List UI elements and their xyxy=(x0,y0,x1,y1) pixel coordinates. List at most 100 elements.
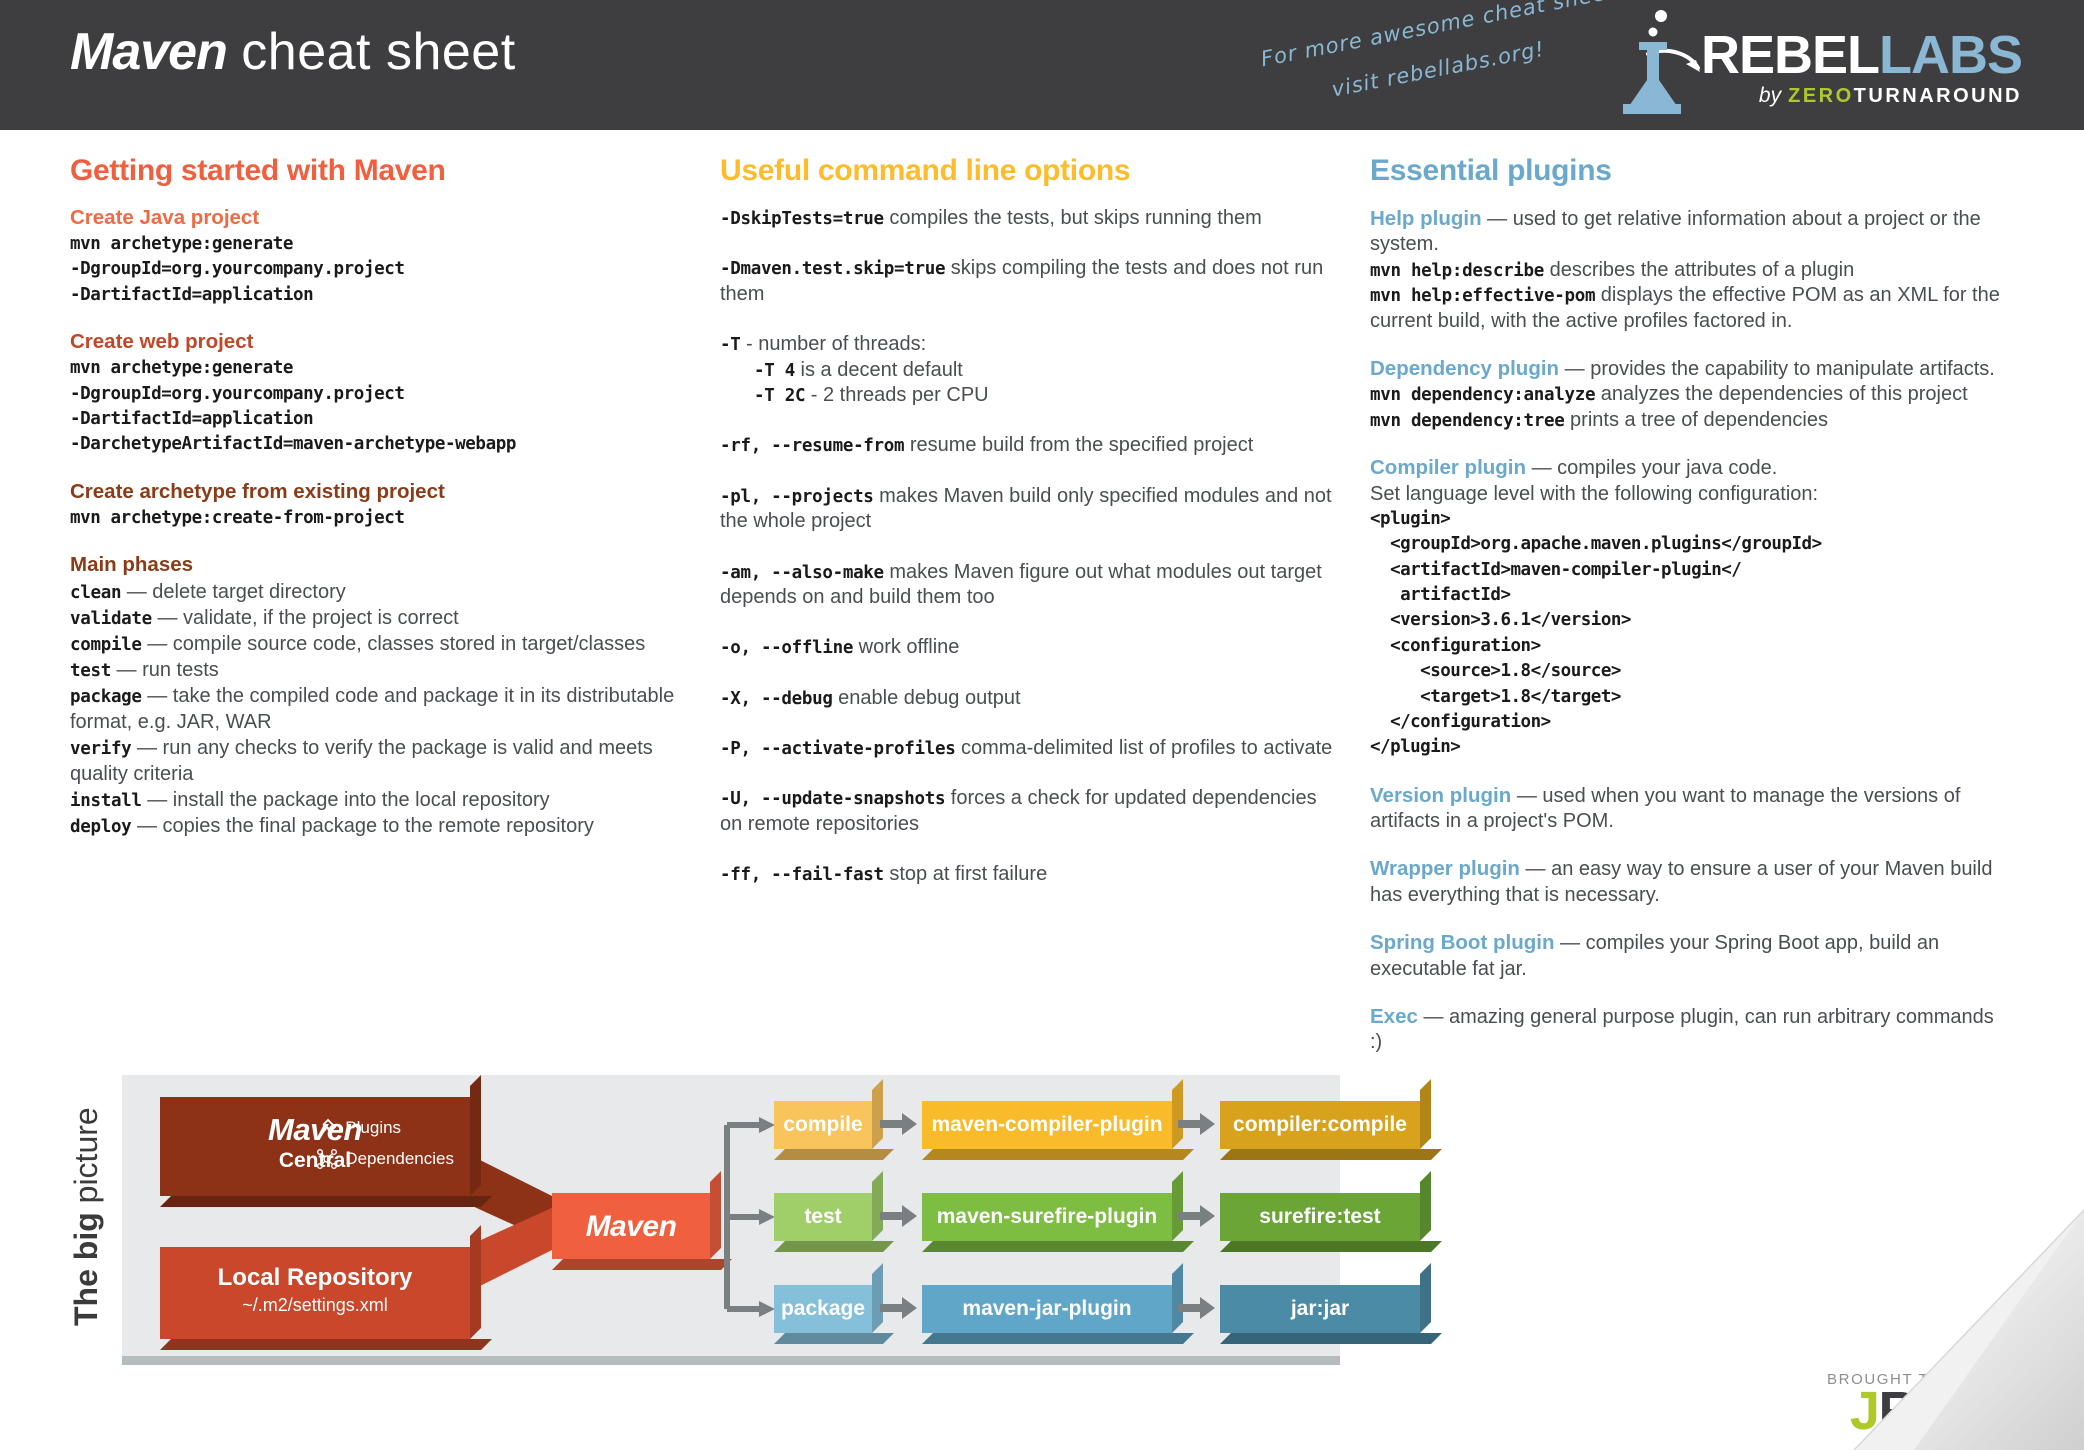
option-item: -ff, --fail-fast stop at first failure xyxy=(720,862,1340,887)
xml-line: <artifactId>maven-compiler-plugin</ xyxy=(1370,559,1742,580)
phase-description: — delete target directory xyxy=(126,581,346,603)
option-flag: -U, --update-snapshots xyxy=(720,789,946,810)
xml-line: <version>3.6.1</version> xyxy=(1370,610,1631,631)
goal-box-jar-jar: jar:jar xyxy=(1220,1285,1420,1333)
option-flag: -X, --debug xyxy=(720,688,833,709)
plugin-description: — amazing general purpose plugin, can ru… xyxy=(1370,1006,1994,1054)
option-flag: -T xyxy=(720,335,741,356)
option-flag: -am, --also-make xyxy=(720,562,884,583)
big-picture-diagram: The big picture Maven Central Plugins De… xyxy=(68,1075,1420,1365)
phase-item: deploy — copies the final package to the… xyxy=(70,813,690,839)
title-subtitle: cheat sheet xyxy=(241,23,516,81)
option-flag: -rf, --resume-from xyxy=(720,436,905,457)
bracket-connector xyxy=(724,1117,775,1317)
block-create-java-project: Create Java project mvn archetype:genera… xyxy=(70,206,690,308)
goal-box-surefire-test: surefire:test xyxy=(1220,1193,1420,1241)
xml-line: <plugin> xyxy=(1370,508,1451,529)
option-flag: -P, --activate-profiles xyxy=(720,739,956,760)
phase-item: verify — run any checks to verify the pa… xyxy=(70,735,690,787)
heading-main-phases: Main phases xyxy=(70,553,194,576)
heading-create-web-project: Create web project xyxy=(70,330,254,354)
phase-command: deploy xyxy=(70,817,132,837)
option-flag: -o, --offline xyxy=(720,638,854,659)
plugin-wrapper: Wrapper plugin — an easy way to ensure a… xyxy=(1370,856,2010,908)
block-create-archetype: Create archetype from existing project m… xyxy=(70,480,690,531)
phase-item: validate — validate, if the project is c… xyxy=(70,605,690,631)
option-item: -X, --debug enable debug output xyxy=(720,686,1340,711)
plugin-intro: Compiler plugin — compiles your java cod… xyxy=(1370,455,2010,481)
code-line: -DarchetypeArtifactId=maven-archetype-we… xyxy=(70,434,516,455)
plugin-version: Version plugin — used when you want to m… xyxy=(1370,783,2010,835)
jrebel-j-letter: J xyxy=(1849,1381,1880,1441)
logo-labs-text: LABS xyxy=(1879,25,2023,85)
code-line: mvn archetype:generate xyxy=(70,234,293,254)
plugin-name: Compiler plugin xyxy=(1370,456,1527,480)
phase-description: — validate, if the project is correct xyxy=(157,607,459,629)
code-line: -DartifactId=application xyxy=(70,408,314,429)
option-item: -DskipTests=true compiles the tests, but… xyxy=(720,206,1340,231)
xml-line: </configuration> xyxy=(1370,711,1551,732)
phase-item: compile — compile source code, classes s… xyxy=(70,631,690,657)
heading-create-archetype: Create archetype from existing project xyxy=(70,479,445,503)
diagram-canvas: Maven Central Plugins Dependencies Local… xyxy=(122,1075,1420,1365)
phase-description: — install the package into the local rep… xyxy=(147,789,550,811)
plugin-description: — compiles your java code. xyxy=(1531,457,1778,480)
plugin-command: mvn help:describe xyxy=(1370,260,1545,281)
plugin-spring-boot: Spring Boot plugin — compiles your Sprin… xyxy=(1370,930,2010,982)
phase-description: — copies the final package to the remote… xyxy=(136,815,594,837)
phase-item: test — run tests xyxy=(70,657,690,683)
maven-central-box: Maven Central Plugins Dependencies xyxy=(160,1097,470,1196)
section-title-essential-plugins: Essential plugins xyxy=(1370,154,1612,187)
plugin-command-description: analyzes the dependencies of this projec… xyxy=(1600,383,1968,406)
option-sub-flag: -T 4 xyxy=(754,360,795,381)
goal-box-compiler-compile: compiler:compile xyxy=(1220,1101,1420,1149)
option-sub-row: -T 2C - 2 threads per CPU xyxy=(720,383,1340,408)
maven-core-box: Maven xyxy=(552,1193,710,1259)
plugin-exec: Exec — amazing general purpose plugin, c… xyxy=(1370,1004,2010,1056)
logo-by-text: by xyxy=(1758,84,1782,108)
phase-description: — run tests xyxy=(116,659,219,681)
heading-create-java-project: Create Java project xyxy=(70,206,260,229)
local-repository-path: ~/.m2/settings.xml xyxy=(242,1295,388,1316)
plugin-command-description: prints a tree of dependencies xyxy=(1570,408,1828,431)
phase-command: test xyxy=(70,661,111,681)
arrow-icon xyxy=(880,1297,917,1319)
local-repository-box: Local Repository ~/.m2/settings.xml xyxy=(160,1247,470,1339)
option-flag: -DskipTests=true xyxy=(720,209,884,229)
plugin-intro: Exec — amazing general purpose plugin, c… xyxy=(1370,1004,2010,1056)
page-title: Maven cheat sheet xyxy=(70,22,516,82)
maven-central-features: Plugins Dependencies xyxy=(316,1117,454,1179)
section-title-command-options: Useful command line options xyxy=(720,154,1131,187)
option-description: work offline xyxy=(858,636,960,659)
promo-note: For more awesome cheat sheets visit rebe… xyxy=(1234,0,1700,118)
phase-description: — take the compiled code and package it … xyxy=(70,685,675,733)
option-description: stop at first failure xyxy=(889,863,1048,886)
dependency-graph-icon xyxy=(317,1149,338,1169)
plugin-name: Spring Boot plugin xyxy=(1370,931,1555,955)
phase-box-test: test xyxy=(774,1193,872,1241)
arrow-icon xyxy=(1178,1113,1215,1135)
arrow-icon xyxy=(880,1205,917,1227)
code-line: -DartifactId=application xyxy=(70,284,314,305)
plugin-name: Dependency plugin xyxy=(1370,356,1560,380)
phase-command: clean xyxy=(70,583,122,603)
plugin-box-jar: maven-jar-plugin xyxy=(922,1285,1172,1333)
option-description: compiles the tests, but skips running th… xyxy=(889,207,1262,229)
page-header: Maven cheat sheet For more awesome cheat… xyxy=(0,0,2084,130)
plugin-help: Help plugin — used to get relative infor… xyxy=(1370,206,2010,334)
arrow-icon xyxy=(880,1113,917,1135)
plugin-compiler: Compiler plugin — compiles your java cod… xyxy=(1370,455,2010,761)
code-line: mvn archetype:create-from-project xyxy=(70,507,405,528)
xml-line: <configuration> xyxy=(1370,635,1541,656)
phase-command: install xyxy=(70,791,142,811)
column-getting-started: Getting started with Maven Create Java p… xyxy=(70,154,720,1078)
option-item: -rf, --resume-from resume build from the… xyxy=(720,433,1340,458)
plugin-name: Help plugin xyxy=(1370,207,1482,230)
option-item: -am, --also-make makes Maven figure out … xyxy=(720,560,1340,611)
plugin-intro: Version plugin — used when you want to m… xyxy=(1370,783,2010,835)
code-line: mvn archetype:generate xyxy=(70,358,293,379)
option-flag: -ff, --fail-fast xyxy=(720,865,884,886)
plugin-intro: Help plugin — used to get relative infor… xyxy=(1370,206,2010,258)
code-line: -DgroupId=org.yourcompany.project xyxy=(70,383,405,404)
plugin-name: Version plugin xyxy=(1370,783,1512,807)
